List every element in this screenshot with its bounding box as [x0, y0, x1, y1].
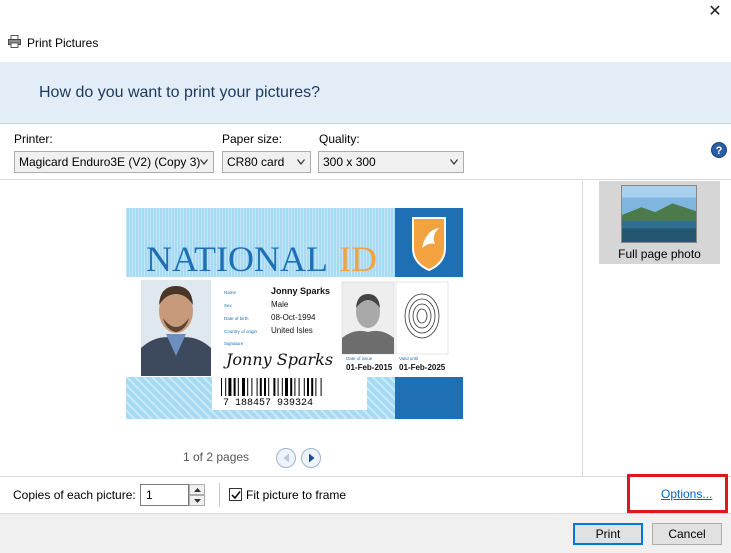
- chevron-down-icon: [450, 159, 458, 165]
- quality-select[interactable]: 300 x 300: [318, 151, 464, 173]
- fit-picture-checkbox[interactable]: [229, 488, 242, 501]
- barcode-bar: [277, 378, 279, 396]
- barcode-bar: [221, 378, 222, 396]
- field-value-dob: 08-Oct-1994: [271, 313, 316, 322]
- barcode-bar: [259, 378, 262, 396]
- header-band: How do you want to print your pictures?: [0, 62, 731, 124]
- barcode-bar: [298, 378, 300, 396]
- portrait-photo: [141, 280, 211, 376]
- barcode-bar: [228, 378, 232, 396]
- barcode-bar: [264, 378, 266, 396]
- date-issue-value: 01-Feb-2015: [346, 363, 393, 372]
- barcode-bar: [303, 378, 305, 396]
- chevron-down-icon: [297, 159, 305, 165]
- barcode: 7 188457 939324: [212, 374, 367, 410]
- options-highlight-box: [627, 474, 728, 513]
- valid-until-label: Valid until: [399, 356, 418, 361]
- checkmark-icon: [231, 491, 241, 500]
- shield-logo-icon: [412, 217, 446, 272]
- barcode-bar: [281, 378, 283, 396]
- barcode-bar: [268, 378, 270, 396]
- barcode-bar: [251, 378, 253, 396]
- fingerprint-icon: [395, 281, 449, 355]
- signature-label: Signature: [224, 341, 244, 346]
- barcode-bar: [315, 378, 317, 396]
- printer-select[interactable]: Magicard Enduro3E (V2) (Copy 3): [14, 151, 214, 173]
- barcode-bar: [237, 378, 239, 396]
- landscape-thumbnail: [621, 185, 697, 243]
- dialog-buttons: Print Cancel: [0, 513, 731, 553]
- chevron-down-icon: [200, 159, 208, 165]
- window-title: Print Pictures: [27, 36, 99, 50]
- card-bottom-blue: [395, 377, 463, 419]
- copies-increment-button[interactable]: [189, 484, 205, 495]
- copies-input[interactable]: 1: [140, 484, 189, 506]
- id-card-preview: NATIONAL ID Name Sex Date of birth Count…: [126, 208, 463, 419]
- printer-icon: [8, 35, 21, 48]
- chevron-left-icon: [283, 453, 289, 463]
- barcode-bar: [273, 378, 276, 396]
- chevron-up-icon: [194, 488, 201, 492]
- barcode-bar: [294, 378, 296, 396]
- barcode-bar: [311, 378, 314, 396]
- barcode-bar: [307, 378, 309, 396]
- paper-size-value: CR80 card: [227, 155, 285, 169]
- barcode-bar: [290, 378, 293, 396]
- divider: [219, 483, 220, 507]
- date-issue-label: Date of issue: [346, 356, 373, 361]
- field-label-country: Country of origin: [224, 329, 258, 334]
- print-preview: NATIONAL ID Name Sex Date of birth Count…: [0, 181, 582, 476]
- copies-label: Copies of each picture:: [13, 488, 136, 502]
- barcode-bar: [247, 378, 249, 396]
- layout-label: Full page photo: [618, 247, 701, 261]
- barcode-bar: [233, 378, 236, 396]
- barcode-bar: [285, 378, 288, 396]
- cancel-button[interactable]: Cancel: [652, 523, 722, 545]
- field-label-dob: Date of birth: [224, 316, 249, 321]
- barcode-bar: [225, 378, 227, 396]
- fit-picture-label[interactable]: Fit picture to frame: [246, 488, 346, 502]
- field-value-sex: Male: [271, 300, 289, 309]
- barcode-bar: [242, 378, 245, 396]
- title-bar: Print Pictures: [0, 30, 731, 56]
- barcode-bar: [256, 378, 258, 396]
- copies-decrement-button[interactable]: [189, 495, 205, 506]
- printer-select-value: Magicard Enduro3E (V2) (Copy 3): [19, 155, 201, 169]
- header-question: How do you want to print your pictures?: [39, 84, 321, 101]
- paper-size-select[interactable]: CR80 card: [222, 151, 311, 173]
- valid-until-value: 01-Feb-2025: [399, 363, 446, 372]
- chevron-right-icon: [309, 453, 315, 463]
- close-button[interactable]: ✕: [707, 4, 723, 20]
- card-title-main: NATIONAL: [146, 239, 328, 279]
- previous-page-button[interactable]: [276, 448, 296, 468]
- printer-label: Printer:: [14, 132, 53, 146]
- barcode-bar: [320, 378, 322, 396]
- copies-row: Copies of each picture: 1 Fit picture to…: [0, 476, 731, 512]
- layout-panel: Full page photo: [582, 181, 731, 476]
- quality-label: Quality:: [319, 132, 360, 146]
- field-label-sex: Sex: [224, 303, 233, 308]
- field-value-name: Jonny Sparks: [271, 286, 330, 296]
- page-indicator: 1 of 2 pages: [183, 450, 250, 464]
- field-label-name: Name: [224, 290, 237, 295]
- card-title-accent: ID: [339, 239, 377, 279]
- help-icon[interactable]: ?: [711, 142, 727, 158]
- chevron-down-icon: [194, 499, 201, 503]
- quality-value: 300 x 300: [323, 155, 376, 169]
- small-portrait-photo: [341, 281, 395, 355]
- print-options-row: Printer: Magicard Enduro3E (V2) (Copy 3)…: [0, 124, 731, 180]
- next-page-button[interactable]: [301, 448, 321, 468]
- signature-text: Jonny Sparks: [223, 350, 333, 369]
- layout-full-page-photo[interactable]: Full page photo: [599, 181, 720, 264]
- barcode-text: 7 188457 939324: [223, 398, 313, 409]
- field-value-country: United Isles: [271, 326, 313, 335]
- print-button[interactable]: Print: [573, 523, 643, 545]
- paper-size-label: Paper size:: [222, 132, 283, 146]
